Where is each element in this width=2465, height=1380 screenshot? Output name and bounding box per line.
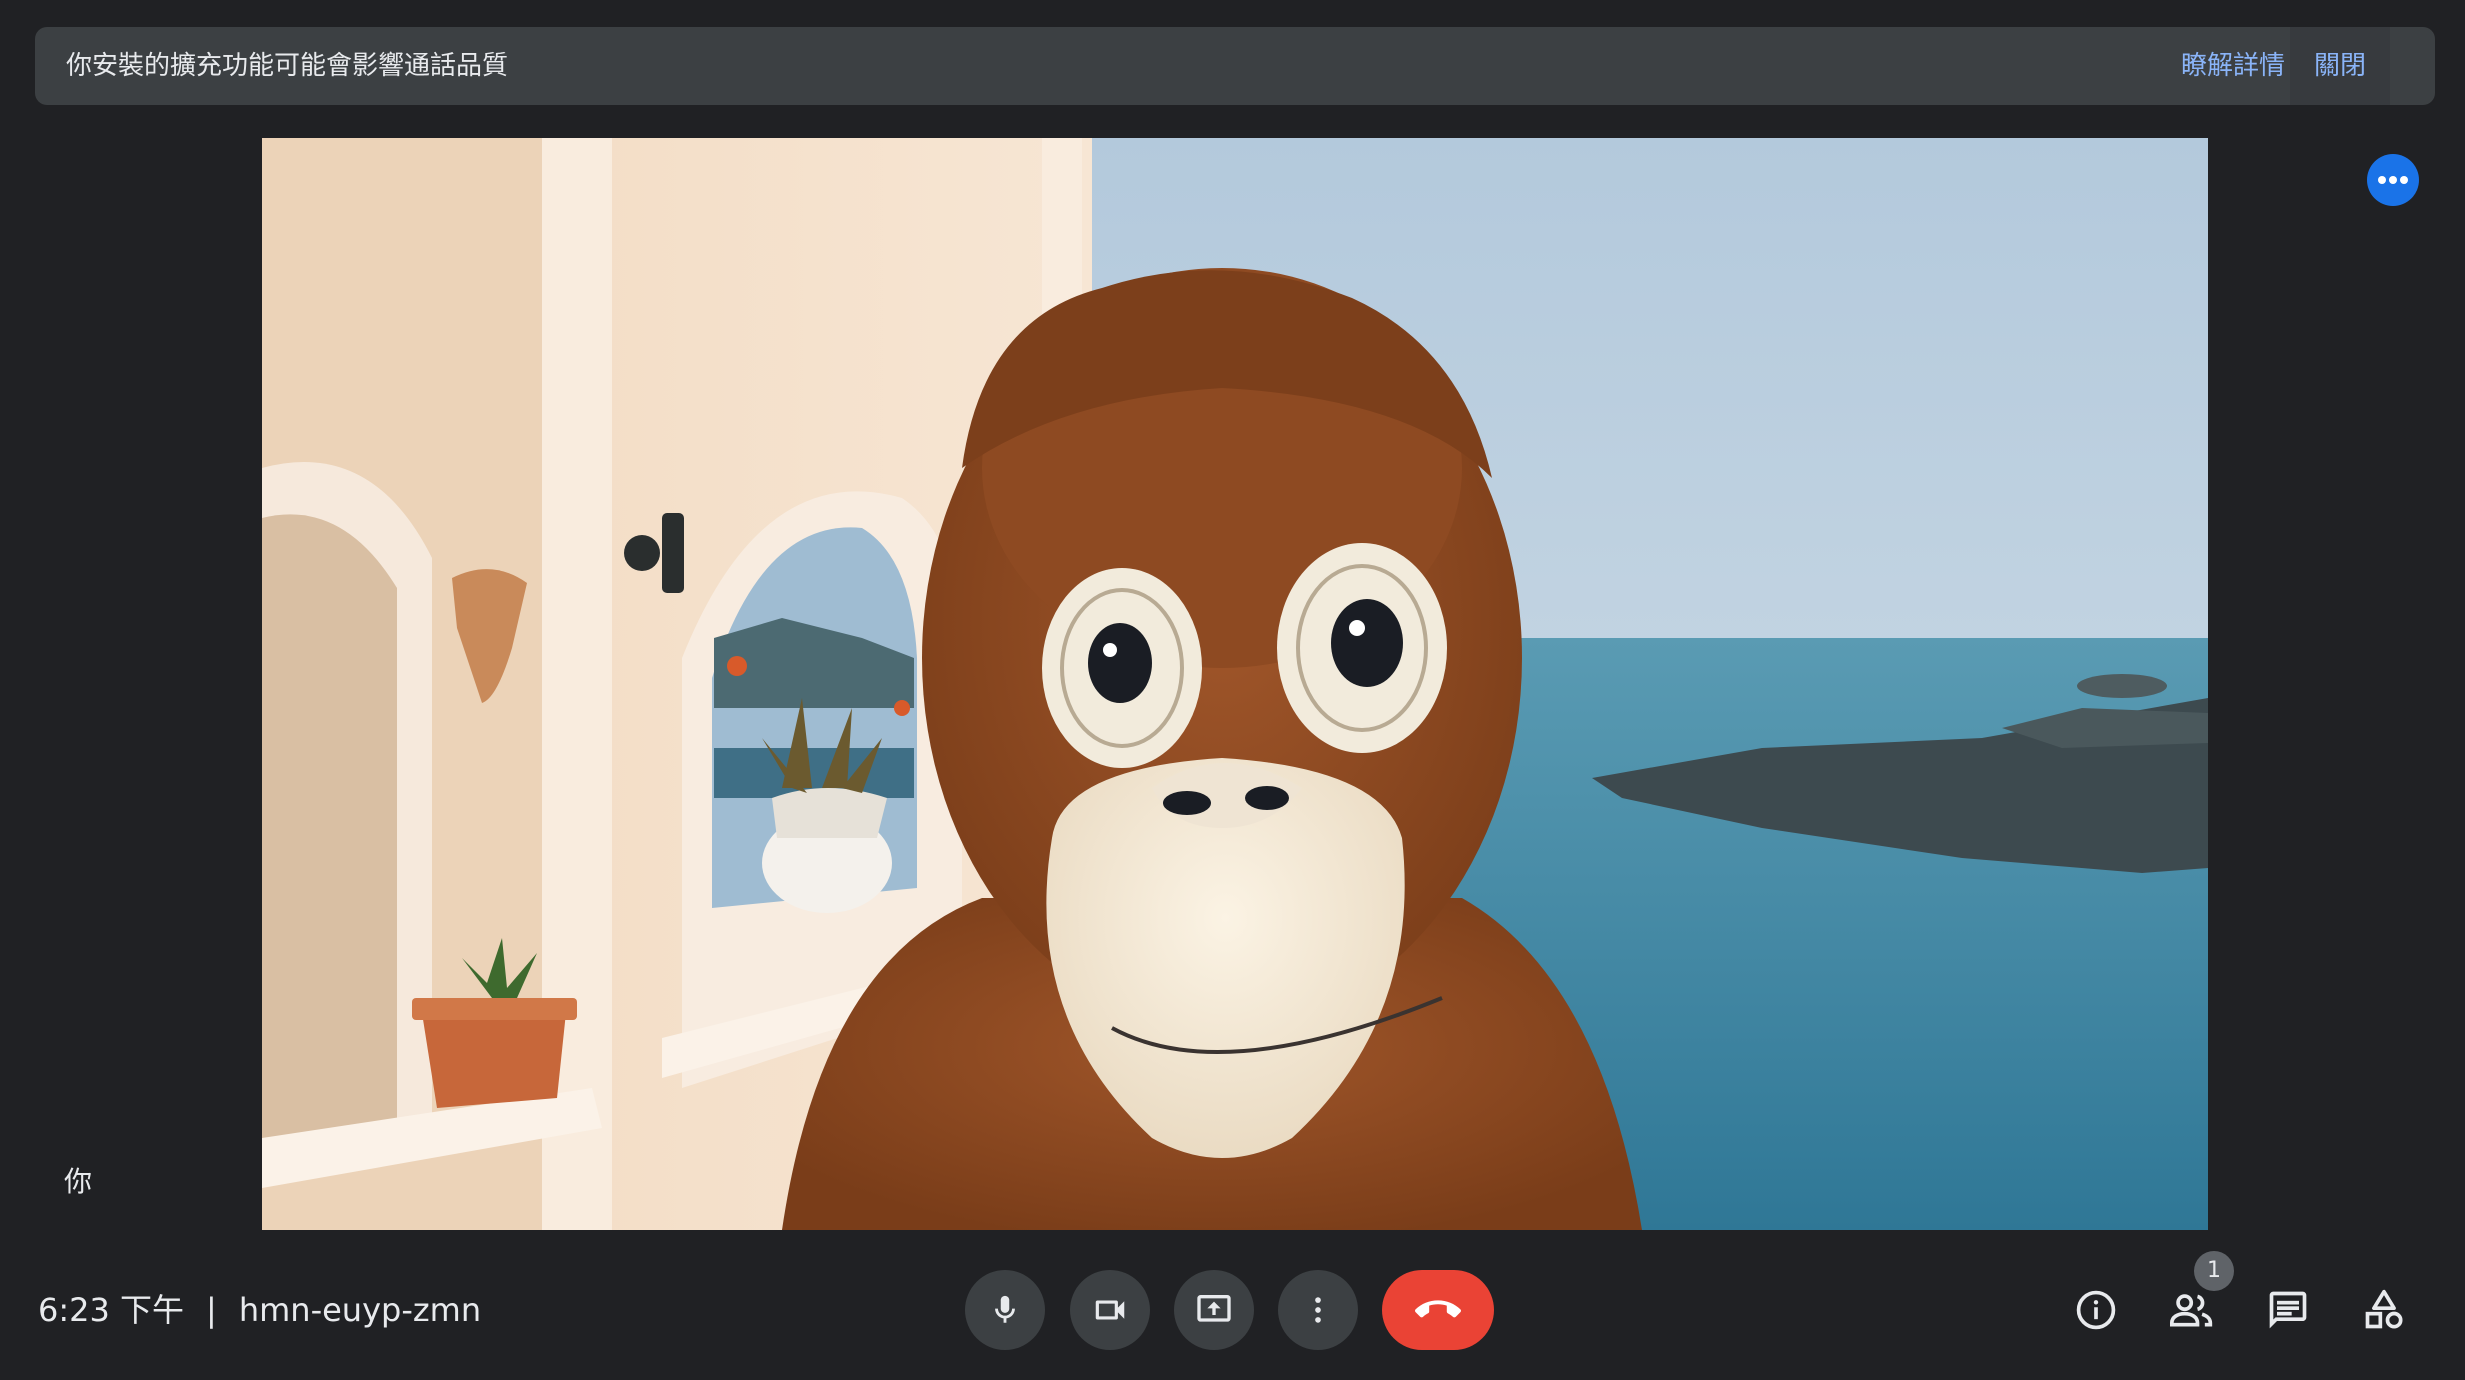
- self-video-tile: [262, 138, 2208, 1230]
- info-icon: [2076, 1290, 2116, 1330]
- more-horiz-icon: [2378, 176, 2408, 184]
- meeting-details: 6:23 下午 | hmn-euyp-zmn: [38, 1290, 481, 1330]
- microphone-button[interactable]: [965, 1270, 1045, 1350]
- camera-button[interactable]: [1070, 1270, 1150, 1350]
- clock-time: 6:23 下午: [38, 1291, 185, 1329]
- more-vert-icon: [1315, 1297, 1321, 1323]
- tile-options-button[interactable]: [2367, 154, 2419, 206]
- meeting-code: hmn-euyp-zmn: [238, 1291, 482, 1329]
- present-screen-button[interactable]: [1174, 1270, 1254, 1350]
- mic-icon: [995, 1295, 1015, 1323]
- banner-close-button[interactable]: 關閉: [2290, 27, 2390, 105]
- chat-icon: [2269, 1291, 2307, 1329]
- participant-count-badge: 1: [2194, 1251, 2234, 1291]
- leave-call-button[interactable]: [1382, 1270, 1494, 1350]
- meet-window: 你安裝的擴充功能可能會影響通話品質 瞭解詳情 關閉 你 6:23 下午 | hm…: [0, 0, 2465, 1380]
- meeting-info-separator: |: [206, 1291, 217, 1329]
- people-icon: [2170, 1294, 2213, 1327]
- learn-more-link[interactable]: 瞭解詳情: [2165, 27, 2301, 105]
- meeting-info-button[interactable]: [2064, 1278, 2128, 1342]
- extension-warning-banner: 你安裝的擴充功能可能會影響通話品質 瞭解詳情 關閉: [35, 27, 2435, 105]
- chat-button[interactable]: [2256, 1278, 2320, 1342]
- call-end-icon: [1415, 1300, 1461, 1318]
- participant-name-label: 你: [64, 1165, 93, 1198]
- present-screen-icon: [1197, 1295, 1231, 1322]
- videocam-icon: [1095, 1300, 1125, 1320]
- more-options-button[interactable]: [1278, 1270, 1358, 1350]
- banner-message: 你安裝的擴充功能可能會影響通話品質: [66, 51, 509, 81]
- activities-icon: [2365, 1289, 2403, 1329]
- video-feed: [262, 138, 2208, 1230]
- activities-button[interactable]: [2352, 1278, 2416, 1342]
